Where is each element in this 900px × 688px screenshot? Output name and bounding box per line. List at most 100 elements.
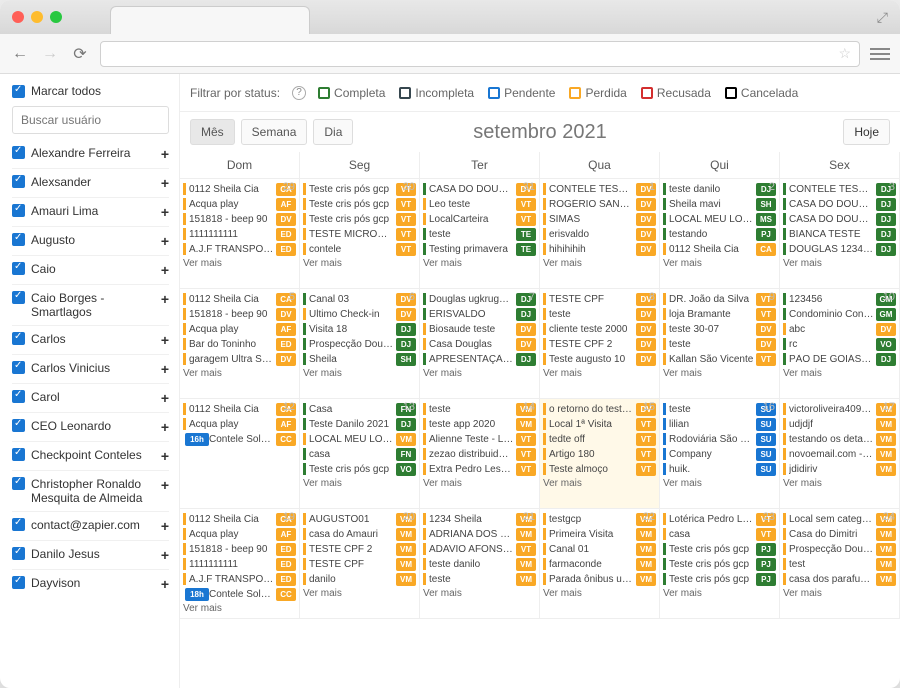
calendar-event[interactable]: victoroliveira409@gmVM: [783, 402, 896, 416]
calendar-event[interactable]: Condominio ConteleGM: [783, 307, 896, 321]
calendar-cell[interactable]: 16testeSUlilianSURodoviária São VicenteS…: [660, 399, 780, 509]
reload-button[interactable]: ⟳: [70, 44, 90, 64]
user-checkbox[interactable]: [12, 361, 25, 374]
filter-incompleta[interactable]: Incompleta: [399, 86, 474, 100]
calendar-event[interactable]: testeTE: [423, 227, 536, 241]
calendar-event[interactable]: daniloVM: [303, 572, 416, 586]
calendar-event[interactable]: Teste cris pós gcpVT: [303, 197, 416, 211]
calendar-event[interactable]: PÃO DE GOIÁS - URIADJ: [783, 352, 896, 366]
calendar-event[interactable]: Acqua playAF: [183, 197, 296, 211]
today-button[interactable]: Hoje: [843, 119, 890, 145]
calendar-cell[interactable]: 8TESTE CPFDVtesteDVcliente teste 2000DVT…: [540, 289, 660, 399]
calendar-event[interactable]: conteleVT: [303, 242, 416, 256]
calendar-event[interactable]: Artigo 180VT: [543, 447, 656, 461]
see-more-link[interactable]: Ver mais: [783, 258, 896, 269]
see-more-link[interactable]: Ver mais: [663, 258, 776, 269]
user-checkbox[interactable]: [12, 518, 25, 531]
calendar-cell[interactable]: 20AUGUSTO01VMcasa do AmauriVMTESTE CPF 2…: [300, 509, 420, 619]
calendar-event[interactable]: teste 30-07DV: [663, 322, 776, 336]
calendar-event[interactable]: cliente teste 2000DV: [543, 322, 656, 336]
calendar-event[interactable]: CONTELE TESTE 10DV: [543, 182, 656, 196]
calendar-cell[interactable]: 3CONTELE TESTE 10DJCASA DO DOUGLAS VDJCA…: [780, 179, 900, 289]
calendar-event[interactable]: loja BramanteVT: [663, 307, 776, 321]
calendar-event[interactable]: teste daniloVM: [423, 557, 536, 571]
user-checkbox[interactable]: [12, 547, 25, 560]
calendar-cell[interactable]: 10123456GMCondominio ConteleGMabcDVrcVOP…: [780, 289, 900, 399]
user-row[interactable]: Dayvison+: [12, 569, 169, 598]
calendar-event[interactable]: 0112 Sheila CiaCA: [183, 512, 296, 526]
calendar-event[interactable]: 1111111111ED: [183, 227, 296, 241]
see-more-link[interactable]: Ver mais: [183, 368, 296, 379]
calendar-event[interactable]: Rodoviária São VicenteSU: [663, 432, 776, 446]
calendar-event[interactable]: 151818 - beep 90ED: [183, 542, 296, 556]
view-week-button[interactable]: Semana: [241, 119, 308, 145]
calendar-event[interactable]: TESTE CPFVM: [303, 557, 416, 571]
user-row[interactable]: Christopher Ronaldo Mesquita de Almeida+: [12, 470, 169, 511]
calendar-event[interactable]: farmacondeVM: [543, 557, 656, 571]
calendar-event[interactable]: testeSU: [663, 402, 776, 416]
calendar-event[interactable]: 0112 Sheila CiaCA: [183, 182, 296, 196]
expand-user-icon[interactable]: +: [161, 361, 169, 377]
forward-button[interactable]: →: [40, 44, 60, 64]
user-row[interactable]: Carol+: [12, 383, 169, 412]
calendar-event[interactable]: rcVO: [783, 337, 896, 351]
see-more-link[interactable]: Ver mais: [543, 478, 656, 489]
calendar-event[interactable]: jdidirivVM: [783, 462, 896, 476]
user-row[interactable]: Caio+: [12, 255, 169, 284]
calendar-cell[interactable]: 14testeVMteste app 2020VMAlienne Teste -…: [420, 399, 540, 509]
expand-user-icon[interactable]: +: [161, 262, 169, 278]
user-row[interactable]: contact@zapier.com+: [12, 511, 169, 540]
calendar-event[interactable]: Primeira VisitaVM: [543, 527, 656, 541]
calendar-cell[interactable]: 6Canal 03DVUltimo Check-inDVVisita 18DJP…: [300, 289, 420, 399]
calendar-event[interactable]: testeDV: [663, 337, 776, 351]
user-checkbox[interactable]: [12, 390, 25, 403]
see-more-link[interactable]: Ver mais: [663, 478, 776, 489]
see-more-link[interactable]: Ver mais: [663, 588, 776, 599]
see-more-link[interactable]: Ver mais: [543, 588, 656, 599]
user-checkbox[interactable]: [12, 146, 25, 159]
calendar-event[interactable]: LOCAL MEU LOCALVM: [303, 432, 416, 446]
calendar-event[interactable]: Prospecção DouglasVM: [783, 542, 896, 556]
expand-user-icon[interactable]: +: [161, 233, 169, 249]
calendar-event[interactable]: udjdjfVM: [783, 417, 896, 431]
filter-perdida[interactable]: Perdida: [569, 86, 626, 100]
calendar-event[interactable]: casaFN: [303, 447, 416, 461]
calendar-event[interactable]: Acqua playAF: [183, 417, 296, 431]
calendar-event[interactable]: Local sem categoriaVM: [783, 512, 896, 526]
calendar-event[interactable]: Teste cris pós gcpVT: [303, 182, 416, 196]
expand-user-icon[interactable]: +: [161, 547, 169, 563]
calendar-cell[interactable]: 15o retorno do teste retDVLocal 1ª Visit…: [540, 399, 660, 509]
calendar-event[interactable]: huik.SU: [663, 462, 776, 476]
calendar-event[interactable]: 0112 Sheila CiaCA: [183, 402, 296, 416]
calendar-cell[interactable]: 211234 SheilaVMADRIANA DOS SANTVMADAVIO …: [420, 509, 540, 619]
filter-completa[interactable]: Completa: [318, 86, 385, 100]
filter-pendente[interactable]: Pendente: [488, 86, 555, 100]
calendar-cell[interactable]: 190112 Sheila CiaCAAcqua playAF151818 - …: [180, 509, 300, 619]
user-row[interactable]: Alexsander+: [12, 168, 169, 197]
see-more-link[interactable]: Ver mais: [303, 478, 416, 489]
calendar-event[interactable]: Acqua playAF: [183, 322, 296, 336]
calendar-event[interactable]: casaVT: [663, 527, 776, 541]
calendar-cell[interactable]: 23Lotérica Pedro LessaVTcasaVTTeste cris…: [660, 509, 780, 619]
calendar-cell[interactable]: 290112 Sheila CiaCAAcqua playAF151818 - …: [180, 179, 300, 289]
calendar-event[interactable]: testVM: [783, 557, 896, 571]
expand-user-icon[interactable]: +: [161, 332, 169, 348]
calendar-event[interactable]: Sheila maviSH: [663, 197, 776, 211]
calendar-event[interactable]: Teste cris pós gcpPJ: [663, 542, 776, 556]
calendar-event[interactable]: AUGUSTO01VM: [303, 512, 416, 526]
calendar-cell[interactable]: 9DR. João da SilvaVTloja BramanteVTteste…: [660, 289, 780, 399]
calendar-cell[interactable]: 2teste daniloDJSheila maviSHLOCAL MEU LO…: [660, 179, 780, 289]
calendar-event[interactable]: APRESENTAÇÃO CARDDJ: [423, 352, 536, 366]
calendar-event[interactable]: hihihihihDV: [543, 242, 656, 256]
calendar-event[interactable]: Teste cris pós gcpPJ: [663, 572, 776, 586]
see-more-link[interactable]: Ver mais: [783, 588, 896, 599]
calendar-event[interactable]: 151818 - beep 90DV: [183, 307, 296, 321]
calendar-event[interactable]: TESTE CPFDV: [543, 292, 656, 306]
calendar-event[interactable]: Extra Pedro Lessa cansVT: [423, 462, 536, 476]
bookmark-star-icon[interactable]: ☆: [838, 45, 851, 62]
calendar-event[interactable]: CompanySU: [663, 447, 776, 461]
calendar-event[interactable]: Casa DouglasDV: [423, 337, 536, 351]
calendar-event[interactable]: TESTE CPF 2VM: [303, 542, 416, 556]
calendar-event[interactable]: zezao distribuidora deVT: [423, 447, 536, 461]
address-bar[interactable]: ☆: [100, 41, 860, 67]
